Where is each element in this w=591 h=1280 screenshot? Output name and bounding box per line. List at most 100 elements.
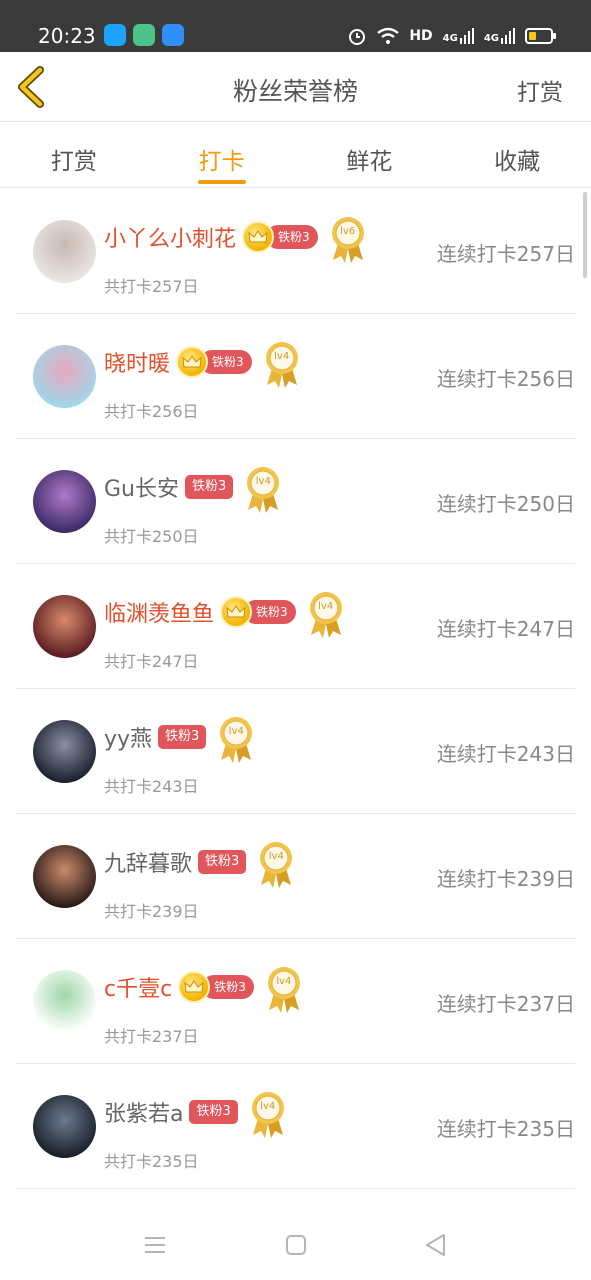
fan-level-badge: 铁粉3 <box>178 971 254 1003</box>
page-title: 粉丝荣誉榜 <box>232 77 358 106</box>
fan-row[interactable]: yy燕 铁粉3 lv4 共打卡243日 连续打卡243日 <box>16 689 575 814</box>
crown-icon <box>242 221 275 253</box>
avatar[interactable] <box>33 470 96 533</box>
qq-icon <box>104 24 126 46</box>
streak-checkins: 连续打卡257日 <box>436 242 575 266</box>
avatar[interactable] <box>33 595 96 658</box>
fan-row[interactable]: c千壹c 铁粉3 lv4 共打卡237日 连续打卡237日 <box>16 939 575 1064</box>
avatar[interactable] <box>33 720 96 783</box>
fan-row[interactable]: 临渊羡鱼鱼 铁粉3 lv4 共打卡247日 连续打卡247日 <box>16 564 575 689</box>
tab-1[interactable]: 打赏 <box>0 123 148 187</box>
fan-level-badge: 铁粉3 <box>185 474 234 500</box>
total-checkins: 共打卡239日 <box>104 902 199 921</box>
status-time: 20:23 <box>38 24 96 48</box>
menu-button[interactable] <box>142 1232 168 1258</box>
fan-name: 小丫么小刺花 <box>104 227 237 252</box>
green-app-icon <box>133 24 155 46</box>
fan-level-badge: 铁粉3 <box>220 596 296 628</box>
medal-icon: lv4 <box>264 964 304 1014</box>
nav-back-button[interactable] <box>423 1232 449 1258</box>
fan-row[interactable]: 晓时暖 铁粉3 lv4 共打卡256日 连续打卡256日 <box>16 314 575 439</box>
medal-icon: lv4 <box>216 714 256 764</box>
name-line: 临渊羡鱼鱼 铁粉3 lv4 <box>104 592 346 638</box>
avatar[interactable] <box>33 845 96 908</box>
fan-name: c千壹c <box>104 977 173 1002</box>
name-line: 张紫若a 铁粉3 lv4 <box>104 1092 288 1138</box>
status-bar: 20:23 HD 4G 4G <box>0 0 591 52</box>
home-square-icon <box>286 1235 306 1255</box>
scrollbar[interactable] <box>583 192 587 278</box>
fan-level-badge: 铁粉3 <box>242 221 318 253</box>
fan-badge-label: 铁粉3 <box>189 1100 238 1124</box>
total-checkins: 共打卡250日 <box>104 527 199 546</box>
back-triangle-icon <box>426 1234 445 1256</box>
streak-checkins: 连续打卡239日 <box>436 867 575 891</box>
blue-app-icon <box>162 24 184 46</box>
menu-icon <box>145 1237 165 1253</box>
medal-icon: lv4 <box>243 464 283 514</box>
medal-level: lv4 <box>276 976 292 987</box>
fan-name: 张紫若a <box>104 1102 184 1127</box>
medal-level: lv4 <box>260 1101 276 1112</box>
home-button[interactable] <box>283 1232 309 1258</box>
medal-level: lv4 <box>255 476 271 487</box>
medal-icon: lv4 <box>306 589 346 639</box>
medal-level: lv4 <box>268 851 284 862</box>
total-checkins: 共打卡256日 <box>104 402 199 421</box>
fan-list: 小丫么小刺花 铁粉3 lv6 共打卡257日 连续打卡257日 晓时暖 铁粉3 <box>0 189 591 1189</box>
medal-icon: lv4 <box>248 1089 288 1139</box>
medal-level: lv4 <box>318 601 334 612</box>
streak-checkins: 连续打卡250日 <box>436 492 575 516</box>
total-checkins: 共打卡235日 <box>104 1152 199 1171</box>
app-header: 粉丝荣誉榜 打赏 <box>0 52 591 122</box>
crown-icon <box>176 346 209 378</box>
streak-checkins: 连续打卡235日 <box>436 1117 575 1141</box>
reward-button[interactable]: 打赏 <box>517 73 563 107</box>
fan-row[interactable]: 小丫么小刺花 铁粉3 lv6 共打卡257日 连续打卡257日 <box>16 189 575 314</box>
name-line: 小丫么小刺花 铁粉3 lv6 <box>104 217 368 263</box>
total-checkins: 共打卡243日 <box>104 777 199 796</box>
fan-name: yy燕 <box>104 727 153 752</box>
signal-label-1: 4G <box>443 28 474 44</box>
avatar[interactable] <box>33 220 96 283</box>
tab-3[interactable]: 鲜花 <box>296 123 444 187</box>
medal-icon: lv4 <box>256 839 296 889</box>
battery-icon <box>525 28 556 44</box>
total-checkins: 共打卡257日 <box>104 277 199 296</box>
fan-badge-label: 铁粉3 <box>158 725 207 749</box>
fan-level-badge: 铁粉3 <box>158 724 207 750</box>
wifi-icon <box>377 27 400 44</box>
fan-badge-label: 铁粉3 <box>185 475 234 499</box>
streak-checkins: 连续打卡243日 <box>436 742 575 766</box>
streak-checkins: 连续打卡256日 <box>436 367 575 391</box>
name-line: 九辞暮歌 铁粉3 lv4 <box>104 842 296 888</box>
avatar[interactable] <box>33 1095 96 1158</box>
tab-4[interactable]: 收藏 <box>443 123 591 187</box>
fan-level-badge: 铁粉3 <box>189 1099 238 1125</box>
fan-badge-label: 铁粉3 <box>198 850 247 874</box>
crown-icon <box>220 596 253 628</box>
system-nav-bar <box>0 1208 591 1280</box>
total-checkins: 共打卡247日 <box>104 652 199 671</box>
fan-name: 九辞暮歌 <box>104 852 193 877</box>
medal-icon: lv4 <box>262 339 302 389</box>
fan-name: 临渊羡鱼鱼 <box>104 602 215 627</box>
total-checkins: 共打卡237日 <box>104 1027 199 1046</box>
fan-row[interactable]: 九辞暮歌 铁粉3 lv4 共打卡239日 连续打卡239日 <box>16 814 575 939</box>
fan-name: Gu长安 <box>104 477 179 502</box>
name-line: c千壹c 铁粉3 lv4 <box>104 967 304 1013</box>
streak-checkins: 连续打卡237日 <box>436 992 575 1016</box>
name-line: Gu长安 铁粉3 lv4 <box>104 467 283 513</box>
streak-checkins: 连续打卡247日 <box>436 617 575 641</box>
medal-level: lv4 <box>228 726 244 737</box>
fan-level-badge: 铁粉3 <box>198 849 247 875</box>
fan-row[interactable]: 张紫若a 铁粉3 lv4 共打卡235日 连续打卡235日 <box>16 1064 575 1189</box>
fan-row[interactable]: Gu长安 铁粉3 lv4 共打卡250日 连续打卡250日 <box>16 439 575 564</box>
avatar[interactable] <box>33 345 96 408</box>
tab-2[interactable]: 打卡 <box>148 123 296 187</box>
network-label: HD <box>409 28 433 44</box>
crown-icon <box>178 971 211 1003</box>
status-indicators: HD 4G 4G <box>347 24 556 48</box>
medal-level: lv4 <box>274 351 290 362</box>
avatar[interactable] <box>33 970 96 1033</box>
